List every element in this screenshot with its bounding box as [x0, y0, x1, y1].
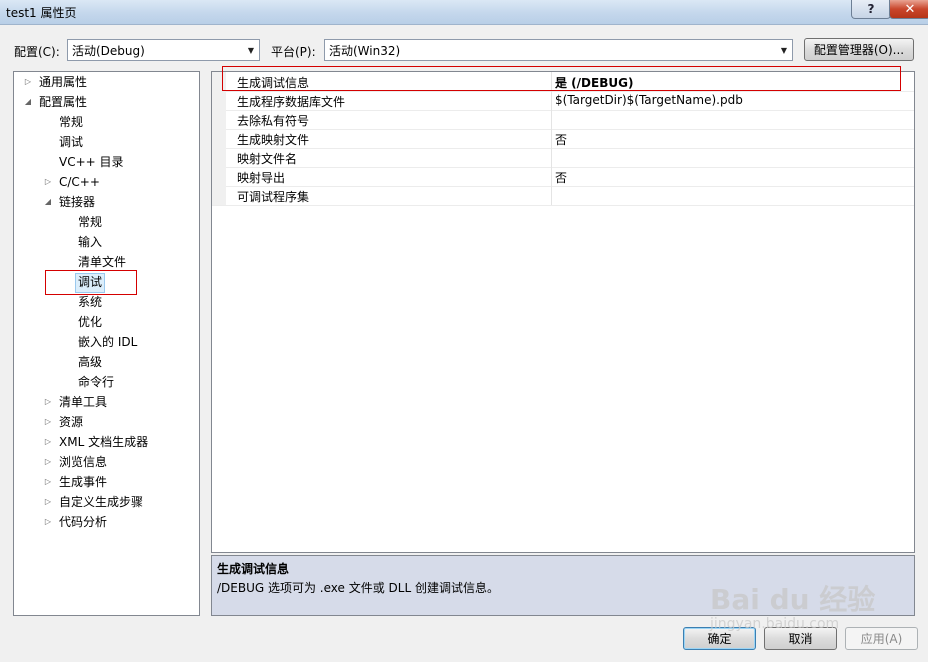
tree-item-cpp[interactable]: C/C++	[59, 173, 100, 191]
grid-row[interactable]: 生成映射文件 否	[212, 129, 914, 149]
tree-item-common-props[interactable]: 通用属性	[39, 73, 87, 91]
tree-item-resources[interactable]: 资源	[59, 413, 83, 431]
grid-row[interactable]: 映射导出 否	[212, 167, 914, 187]
title-bar: test1 属性页 ? ✕	[0, 0, 928, 25]
platform-combo[interactable]: 活动(Win32) ▼	[324, 39, 793, 61]
grid-row[interactable]: 可调试程序集	[212, 186, 914, 206]
collapse-icon[interactable]: ◢	[23, 97, 33, 106]
description-text: /DEBUG 选项可为 .exe 文件或 DLL 创建调试信息。	[217, 581, 499, 595]
tree-item-linker-advanced[interactable]: 高级	[78, 353, 102, 371]
row-margin	[212, 110, 226, 129]
tree-item-general[interactable]: 常规	[59, 113, 83, 131]
watermark-url: jingyan.baidu.com	[710, 616, 840, 632]
platform-label: 平台(P):	[271, 45, 316, 59]
column-divider	[551, 110, 552, 129]
config-manager-button[interactable]: 配置管理器(O)...	[804, 38, 914, 61]
highlight-box-tree	[45, 270, 137, 295]
apply-button[interactable]: 应用(A)	[845, 627, 918, 650]
tree-item-linker[interactable]: 链接器	[59, 193, 95, 211]
tree-item-manifest-tool[interactable]: 清单工具	[59, 393, 107, 411]
property-name: 映射文件名	[237, 152, 298, 166]
config-label: 配置(C):	[14, 45, 60, 59]
tree-item-browse-info[interactable]: 浏览信息	[59, 453, 107, 471]
property-name: 生成程序数据库文件	[237, 95, 346, 109]
tree-item-linker-general[interactable]: 常规	[78, 213, 102, 231]
column-divider	[551, 167, 552, 186]
property-value[interactable]: 否	[555, 169, 567, 186]
window-title: test1 属性页	[6, 6, 77, 20]
close-button[interactable]: ✕	[889, 0, 928, 19]
column-divider	[551, 129, 552, 148]
row-margin	[212, 148, 226, 167]
tree-item-linker-command-line[interactable]: 命令行	[78, 373, 114, 391]
description-title: 生成调试信息	[217, 562, 290, 576]
expand-icon[interactable]: ▷	[43, 437, 53, 446]
close-icon: ✕	[904, 1, 916, 17]
row-margin	[212, 186, 226, 205]
grid-row[interactable]: 去除私有符号	[212, 110, 914, 130]
property-name: 映射导出	[237, 171, 286, 185]
column-divider	[551, 148, 552, 167]
tree-item-vcpp-dirs[interactable]: VC++ 目录	[59, 153, 124, 171]
expand-icon[interactable]: ▷	[43, 397, 53, 406]
grid-row[interactable]: 映射文件名	[212, 148, 914, 168]
chevron-down-icon: ▼	[780, 46, 787, 55]
tree-item-linker-optimization[interactable]: 优化	[78, 313, 102, 331]
platform-combo-value: 活动(Win32)	[329, 43, 401, 58]
watermark-logo: Bai du 经验	[710, 583, 876, 616]
tree-item-linker-system[interactable]: 系统	[78, 293, 102, 311]
collapse-icon[interactable]: ◢	[43, 197, 53, 206]
column-divider	[551, 91, 552, 110]
help-button[interactable]: ?	[851, 0, 891, 19]
tree-item-linker-input[interactable]: 输入	[78, 233, 102, 251]
row-margin	[212, 91, 226, 110]
highlight-box-grid	[222, 66, 901, 91]
property-value[interactable]: $(TargetDir)$(TargetName).pdb	[555, 93, 743, 107]
expand-icon[interactable]: ▷	[43, 417, 53, 426]
property-name: 可调试程序集	[237, 190, 310, 204]
row-margin	[212, 167, 226, 186]
config-combo[interactable]: 活动(Debug) ▼	[67, 39, 260, 61]
expand-icon[interactable]: ▷	[43, 497, 53, 506]
expand-icon[interactable]: ▷	[23, 77, 33, 86]
expand-icon[interactable]: ▷	[43, 177, 53, 186]
tree-item-config-props[interactable]: 配置属性	[39, 93, 87, 111]
help-icon: ?	[867, 2, 875, 16]
row-margin	[212, 129, 226, 148]
property-value[interactable]: 否	[555, 131, 567, 148]
tree-item-build-events[interactable]: 生成事件	[59, 473, 107, 491]
column-divider	[551, 186, 552, 205]
tree-item-linker-manifest[interactable]: 清单文件	[78, 253, 126, 271]
config-combo-value: 活动(Debug)	[72, 43, 145, 58]
grid-row[interactable]: 生成程序数据库文件 $(TargetDir)$(TargetName).pdb	[212, 91, 914, 111]
tree-item-debugging[interactable]: 调试	[59, 133, 83, 151]
property-tree: ▷ 通用属性 ◢ 配置属性 常规 调试 VC++ 目录 ▷ C/C++ ◢ 链接…	[13, 71, 200, 616]
property-name: 去除私有符号	[237, 114, 310, 128]
tree-item-custom-build[interactable]: 自定义生成步骤	[59, 493, 143, 511]
expand-icon[interactable]: ▷	[43, 477, 53, 486]
property-grid: 生成调试信息 是 (/DEBUG) 生成程序数据库文件 $(TargetDir)…	[211, 71, 915, 553]
tree-item-xml-doc[interactable]: XML 文档生成器	[59, 433, 148, 451]
expand-icon[interactable]: ▷	[43, 457, 53, 466]
chevron-down-icon: ▼	[247, 46, 254, 55]
tree-item-linker-embedded-idl[interactable]: 嵌入的 IDL	[78, 333, 137, 351]
property-name: 生成映射文件	[237, 133, 310, 147]
tree-item-code-analysis[interactable]: 代码分析	[59, 513, 107, 531]
expand-icon[interactable]: ▷	[43, 517, 53, 526]
